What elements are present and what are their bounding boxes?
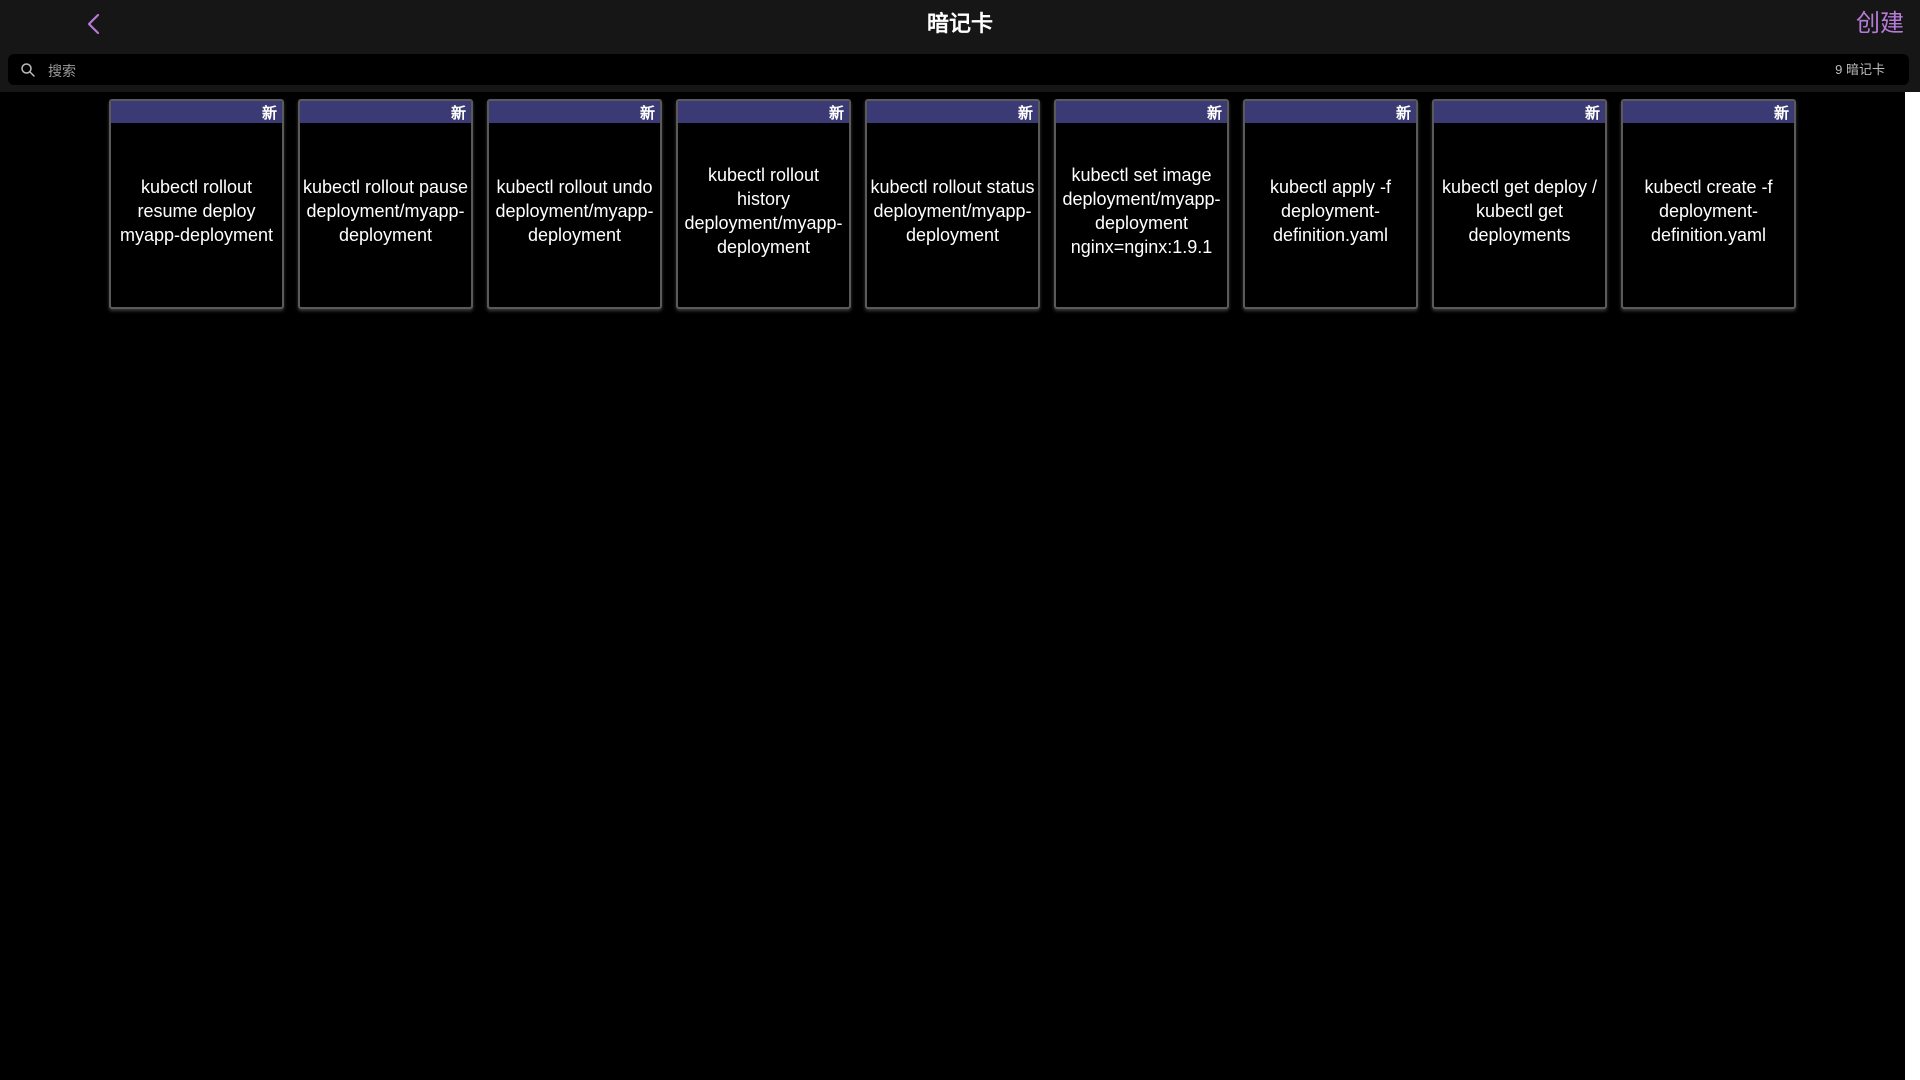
new-badge: 新	[1584, 105, 1600, 122]
back-button[interactable]	[80, 10, 108, 38]
new-badge: 新	[1017, 105, 1033, 122]
flashcard[interactable]: 新 kubectl create -f deployment-definitio…	[1621, 99, 1796, 309]
top-bar: 暗记卡 创建	[0, 0, 1920, 48]
card-header: 新	[489, 101, 660, 123]
flashcard[interactable]: 新 kubectl rollout pause deployment/myapp…	[298, 99, 473, 309]
card-header: 新	[1245, 101, 1416, 123]
new-badge: 新	[828, 105, 844, 122]
new-badge: 新	[1773, 105, 1789, 122]
flashcard[interactable]: 新 kubectl rollout history deployment/mya…	[676, 99, 851, 309]
flashcard[interactable]: 新 kubectl apply -f deployment-definition…	[1243, 99, 1418, 309]
card-text: kubectl set image deployment/myapp-deplo…	[1062, 165, 1221, 257]
new-badge: 新	[261, 105, 277, 122]
flashcard[interactable]: 新 kubectl set image deployment/myapp-dep…	[1054, 99, 1229, 309]
card-header: 新	[300, 101, 471, 123]
new-badge: 新	[639, 105, 655, 122]
card-text: kubectl rollout history deployment/myapp…	[684, 165, 843, 257]
search-input[interactable]	[46, 54, 1750, 87]
flashcard[interactable]: 新 kubectl rollout status deployment/myap…	[865, 99, 1040, 309]
new-badge: 新	[450, 105, 466, 122]
search-bar: 9 暗记卡	[0, 48, 1920, 92]
card-text: kubectl create -f deployment-definition.…	[1644, 177, 1773, 245]
card-header: 新	[678, 101, 849, 123]
card-text: kubectl rollout status deployment/myapp-…	[870, 177, 1035, 245]
search-icon	[21, 63, 35, 77]
card-text: kubectl rollout undo deployment/myapp-de…	[495, 177, 654, 245]
card-header: 新	[1623, 101, 1794, 123]
chevron-left-icon	[87, 13, 100, 35]
new-badge: 新	[1395, 105, 1411, 122]
card-header: 新	[867, 101, 1038, 123]
flashcard[interactable]: 新 kubectl rollout undo deployment/myapp-…	[487, 99, 662, 309]
card-text: kubectl apply -f deployment-definition.y…	[1269, 177, 1392, 245]
card-text: kubectl rollout resume deploy myapp-depl…	[119, 177, 274, 245]
flashcard[interactable]: 新 kubectl rollout resume deploy myapp-de…	[109, 99, 284, 309]
card-header: 新	[1434, 101, 1605, 123]
create-button[interactable]: 创建	[1856, 0, 1904, 48]
page-title: 暗记卡	[926, 11, 993, 36]
app-window: 暗记卡 创建 9 暗记卡 新 kubectl rollout resume de…	[0, 0, 1920, 1080]
card-text: kubectl get deploy / kubectl get deploym…	[1441, 177, 1598, 245]
card-header: 新	[1056, 101, 1227, 123]
search-field[interactable]: 9 暗记卡	[8, 54, 1909, 87]
flashcard[interactable]: 新 kubectl get deploy / kubectl get deplo…	[1432, 99, 1607, 309]
scrollbar[interactable]	[1905, 92, 1920, 1080]
card-header: 新	[111, 101, 282, 123]
card-grid: 新 kubectl rollout resume deploy myapp-de…	[109, 99, 1796, 309]
new-badge: 新	[1206, 105, 1222, 122]
card-count-label: 9 暗记卡	[1835, 62, 1885, 77]
card-text: kubectl rollout pause deployment/myapp-d…	[302, 177, 469, 245]
